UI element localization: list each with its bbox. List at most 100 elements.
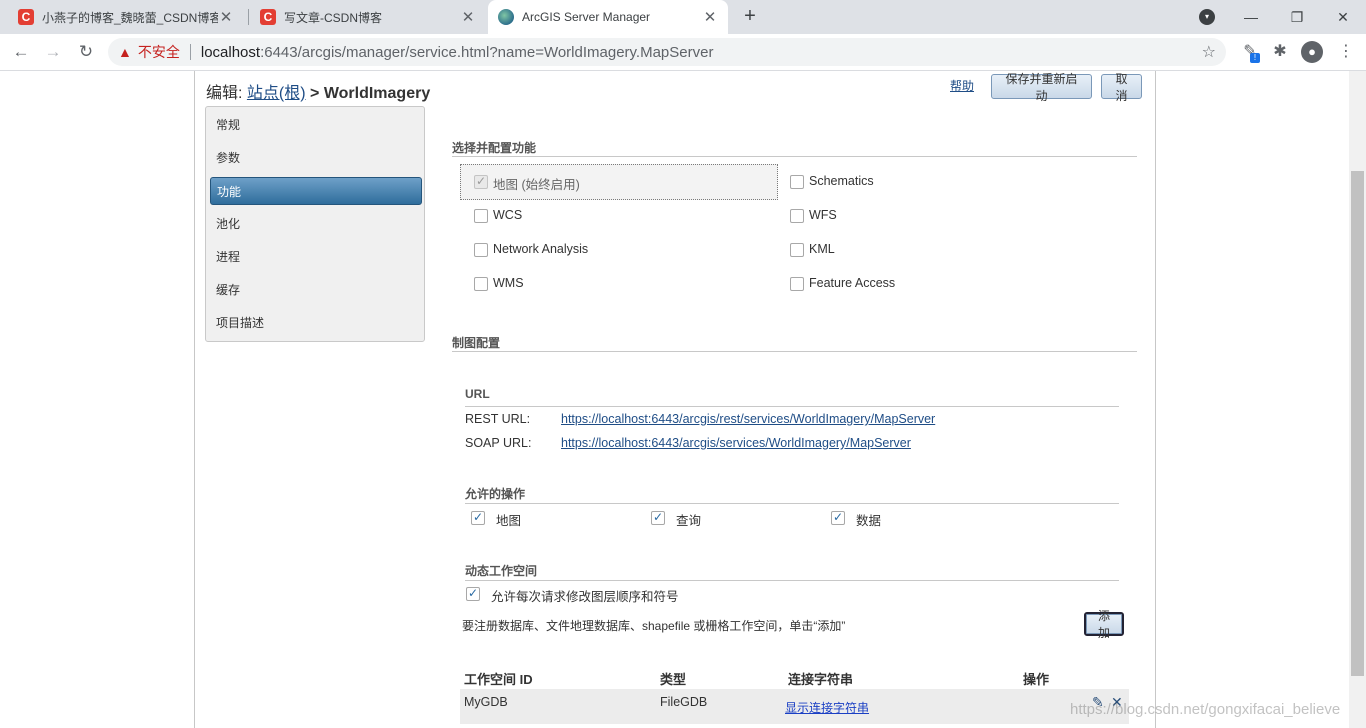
checkbox-wms[interactable] — [474, 277, 488, 291]
window-close-button[interactable]: ✕ — [1320, 0, 1366, 34]
section-divider — [465, 406, 1119, 407]
puzzle-extensions-icon[interactable]: ✱ — [1270, 42, 1290, 62]
url-subsection-title: URL — [465, 387, 490, 401]
tab-write-article[interactable]: C 写文章-CSDN博客 ✕ — [250, 0, 486, 34]
show-connection-string-link[interactable]: 显示连接字符串 — [785, 699, 869, 716]
register-workspace-hint: 要注册数据库、文件地理数据库、shapefile 或栅格工作空间，单击“添加” — [462, 619, 846, 633]
rest-url-link[interactable]: https://localhost:6443/arcgis/rest/servi… — [561, 412, 935, 426]
capability-label-schematics: Schematics — [809, 174, 874, 188]
tab-title: 小燕子的博客_魏晓蕾_CSDN博客 — [42, 10, 218, 25]
forward-button[interactable]: → — [40, 40, 66, 66]
checkbox-operation-data[interactable] — [831, 510, 845, 525]
section-divider — [452, 351, 1137, 352]
sidebar-item-caching[interactable]: 缓存 — [210, 276, 422, 304]
sidebar-item-parameters[interactable]: 参数 — [210, 144, 422, 172]
checkbox-map[interactable] — [474, 174, 488, 189]
operation-label-map: 地图 — [496, 514, 522, 528]
checkbox-wfs[interactable] — [790, 209, 804, 223]
dynamic-workspace-title: 动态工作空间 — [465, 564, 538, 578]
back-button[interactable]: ← — [8, 40, 34, 66]
omnibox-divider — [189, 44, 191, 60]
browser-toolbar: ← → ↻ ▲ 不安全 localhost:6443/arcgis/manage… — [0, 34, 1366, 71]
sidebar-item-general[interactable]: 常规 — [210, 111, 422, 139]
capabilities-section-title: 选择并配置功能 — [452, 141, 537, 155]
account-avatar[interactable]: ● — [1301, 41, 1323, 63]
breadcrumb-root-link[interactable]: 站点(根) — [247, 85, 306, 102]
address-bar[interactable]: ▲ 不安全 localhost:6443/arcgis/manager/serv… — [108, 38, 1226, 66]
mapping-section-title: 制图配置 — [452, 336, 501, 350]
allow-per-request-label: 允许每次请求修改图层顺序和符号 — [491, 590, 679, 604]
bookmark-star-icon[interactable]: ☆ — [1202, 42, 1216, 62]
breadcrumb-current: WorldImagery — [323, 85, 431, 102]
sidebar: 常规 参数 功能 池化 进程 缓存 项目描述 — [205, 106, 425, 342]
section-divider — [452, 156, 1137, 157]
section-divider — [465, 503, 1119, 504]
sidebar-item-capabilities[interactable]: 功能 — [210, 177, 422, 205]
checkbox-allow-per-request[interactable] — [466, 586, 480, 601]
restore-button[interactable]: ❐ — [1274, 0, 1320, 34]
checkbox-kml[interactable] — [790, 243, 804, 257]
more-menu-icon[interactable]: ⋮ — [1336, 42, 1356, 62]
capability-label-map: 地图 (始终启用) — [493, 178, 580, 192]
url-path: :6443/arcgis/manager/service.html?name=W… — [260, 43, 714, 61]
help-link[interactable]: 帮助 — [950, 77, 974, 94]
browser-tab-strip: C 小燕子的博客_魏晓蕾_CSDN博客 ✕ C 写文章-CSDN博客 ✕ Arc… — [0, 0, 1366, 34]
warning-icon: ▲ — [118, 44, 132, 60]
workspace-type-cell: FileGDB — [660, 695, 708, 709]
tab-csdn-blog[interactable]: C 小燕子的博客_魏晓蕾_CSDN博客 ✕ — [8, 0, 244, 34]
csdn-icon: C — [18, 9, 34, 25]
operation-label-data: 数据 — [856, 514, 882, 528]
tab-title: ArcGIS Server Manager — [522, 10, 651, 24]
rest-url-label: REST URL: — [465, 412, 531, 426]
add-workspace-button[interactable]: 添加 — [1084, 609, 1124, 640]
table-header-id: 工作空间 ID — [464, 672, 533, 687]
capability-label-feature-access: Feature Access — [809, 276, 896, 290]
sidebar-item-processes[interactable]: 进程 — [210, 243, 422, 271]
page-title: 编辑: 站点(根) > WorldImagery — [206, 79, 430, 103]
operations-subsection-title: 允许的操作 — [465, 487, 526, 501]
scrollbar-thumb[interactable] — [1351, 171, 1364, 676]
reload-button[interactable]: ↻ — [73, 40, 99, 66]
section-divider — [465, 580, 1119, 581]
capability-label-kml: KML — [809, 242, 835, 256]
sidebar-item-pooling[interactable]: 池化 — [210, 210, 422, 238]
checkbox-operation-query[interactable] — [651, 510, 665, 525]
checkbox-feature-access[interactable] — [790, 277, 804, 291]
table-header-type: 类型 — [660, 672, 687, 687]
workspace-id-cell: MyGDB — [464, 695, 508, 709]
soap-url-label: SOAP URL: — [465, 436, 532, 450]
close-icon[interactable]: ✕ — [218, 8, 234, 26]
minimize-button[interactable]: — — [1228, 0, 1274, 34]
heading-prefix: 编辑: — [206, 85, 247, 102]
breadcrumb-separator: > — [305, 85, 324, 102]
cancel-button[interactable]: 取消 — [1101, 72, 1142, 103]
extension-badge: ! — [1250, 53, 1260, 63]
save-restart-button[interactable]: 保存并重新启动 — [991, 72, 1092, 103]
capability-label-wfs: WFS — [809, 208, 837, 222]
soap-url-link[interactable]: https://localhost:6443/arcgis/services/W… — [561, 436, 911, 450]
url-host: localhost — [200, 43, 261, 61]
security-label[interactable]: 不安全 — [138, 42, 180, 62]
capability-label-wms: WMS — [493, 276, 524, 290]
checkbox-schematics[interactable] — [790, 175, 804, 189]
globe-icon — [498, 9, 514, 25]
url-text[interactable]: localhost:6443/arcgis/manager/service.ht… — [201, 44, 714, 61]
page-viewport: 编辑: 站点(根) > WorldImagery 帮助 保存并重新启动 取消 常… — [0, 71, 1366, 728]
csdn-icon: C — [260, 9, 276, 25]
tab-separator — [248, 9, 249, 25]
table-header-connection: 连接字符串 — [788, 672, 854, 687]
capability-label-network-analysis: Network Analysis — [493, 242, 589, 256]
tab-title: 写文章-CSDN博客 — [284, 10, 382, 25]
checkbox-network-analysis[interactable] — [474, 243, 488, 257]
sidebar-item-item-description[interactable]: 项目描述 — [210, 309, 422, 337]
operation-label-query: 查询 — [676, 514, 702, 528]
tab-search-icon[interactable]: ▾ — [1199, 9, 1215, 25]
close-icon[interactable]: ✕ — [702, 8, 718, 26]
new-tab-button[interactable]: + — [738, 5, 762, 29]
watermark-text: https://blog.csdn.net/gongxifacai_believ… — [1070, 701, 1341, 718]
checkbox-wcs[interactable] — [474, 209, 488, 223]
checkbox-operation-map[interactable] — [471, 510, 485, 525]
tab-arcgis-manager[interactable]: ArcGIS Server Manager ✕ — [488, 0, 728, 34]
close-icon[interactable]: ✕ — [460, 8, 476, 26]
capability-label-wcs: WCS — [493, 208, 523, 222]
